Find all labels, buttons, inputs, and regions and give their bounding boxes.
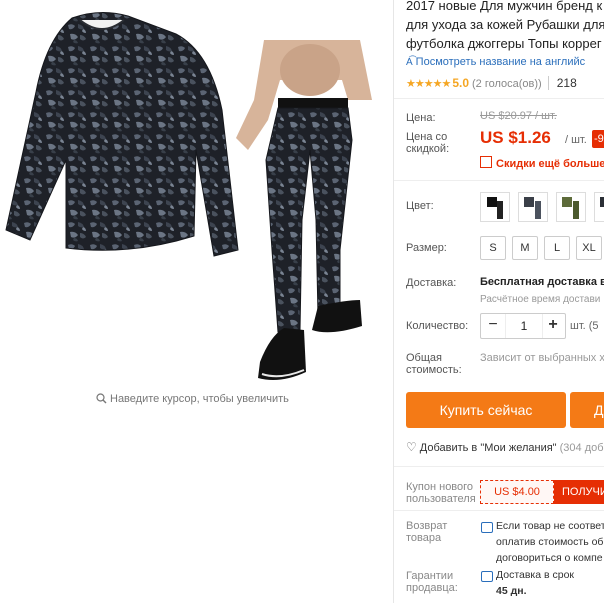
guarantee-text: Доставка в срок [496,569,575,581]
product-title-line: для ухода за кожей Рубашки для [406,17,604,32]
color-swatch[interactable] [556,192,586,222]
qr-code-icon [480,156,492,168]
divider [394,180,604,181]
buy-now-button[interactable]: Купить сейчас [406,392,566,428]
coupon-label: Купон нового пользователя [406,481,476,505]
quantity-decrease-button[interactable]: − [481,314,505,338]
delivery-icon [481,571,493,582]
divider [394,98,604,99]
color-swatch[interactable] [518,192,548,222]
shipping-label: Доставка: [406,277,457,289]
returns-label: Возврат товара [406,520,448,544]
product-title-line: 2017 новые Для мужчин бренд к [406,0,603,13]
magnifier-icon [96,393,107,407]
rating-votes: (2 голоса(ов)) [472,78,542,90]
shipping-method[interactable]: Бесплатная доставка в [480,276,604,288]
rating-stars-icon: ★★★★★ [406,78,451,90]
color-swatch[interactable] [594,192,604,222]
heart-icon: ♡ [406,440,417,454]
rating-row[interactable]: ★★★★★ 5.0 (2 голоса(ов)) 218 [406,76,577,90]
product-title-line: футболка джоггеры Топы коррег [406,36,602,51]
size-label: Размер: [406,242,447,254]
coupon-amount: US $4.00 [480,480,554,504]
guarantee-days: 45 дн. [496,585,527,597]
discount-badge: -9 [592,130,604,148]
discount-price-label: Цена со скидкой: [406,131,450,155]
quantity-increase-button[interactable]: + [541,314,565,338]
shirt-image [5,12,239,257]
translate-link-text: Посмотреть название на английс [415,56,586,68]
divider [394,466,604,467]
translate-icon: A͡ [406,57,413,68]
add-to-wishlist-link[interactable]: ♡ Добавить в "Мои желания" (304 доб [406,440,604,454]
product-gallery[interactable] [0,0,393,603]
bulk-discount-text: Скидки ещё больше в [496,158,604,170]
size-option-s[interactable]: S [480,236,506,260]
translate-title-link[interactable]: A͡ Посмотреть название на английс [406,56,585,68]
product-image[interactable] [0,0,393,390]
price-label: Цена: [406,112,436,124]
quantity-input[interactable]: 1 [505,314,543,338]
product-info-panel: 2017 новые Для мужчин бренд к для ухода … [394,0,604,603]
size-option-xl[interactable]: XL [576,236,602,260]
zoom-hint-text: Наведите курсор, чтобы увеличить [110,393,289,405]
wishlist-text: Добавить в "Мои желания" [419,442,557,454]
wishlist-count: (304 доб [559,442,604,454]
original-price: US $20.97 / шт. [480,110,557,122]
returns-text: Если товар не соответ [496,520,604,532]
zoom-hint: Наведите курсор, чтобы увеличить [96,393,289,407]
divider [394,510,604,511]
shipping-estimate: Расчётное время достави [480,294,601,305]
color-swatch[interactable] [480,192,510,222]
bulk-discount-link[interactable]: Скидки ещё больше в [480,156,604,170]
total-value: Зависит от выбранных хар [480,352,604,364]
quantity-label: Количество: [406,320,469,332]
guarantee-label: Гарантии продавца: [406,570,458,594]
orders-count: 218 [547,76,577,90]
size-option-m[interactable]: M [512,236,538,260]
total-label: Общая стоимость: [406,352,462,376]
size-option-l[interactable]: L [544,236,570,260]
add-to-cart-button[interactable]: Д [570,392,604,428]
price-unit: / шт. [565,134,587,146]
leggings-image [236,40,372,380]
quantity-stepper: − 1 + [480,313,566,339]
color-label: Цвет: [406,200,434,212]
rating-value: 5.0 [452,76,469,90]
returns-icon [481,522,493,533]
get-coupon-button[interactable]: ПОЛУЧИ [554,480,604,504]
returns-text: оплатив стоимость об [496,536,604,548]
quantity-unit: шт. (5 [570,320,599,332]
discount-price: US $1.26 [480,128,551,147]
returns-text: договориться о компе [496,552,603,564]
